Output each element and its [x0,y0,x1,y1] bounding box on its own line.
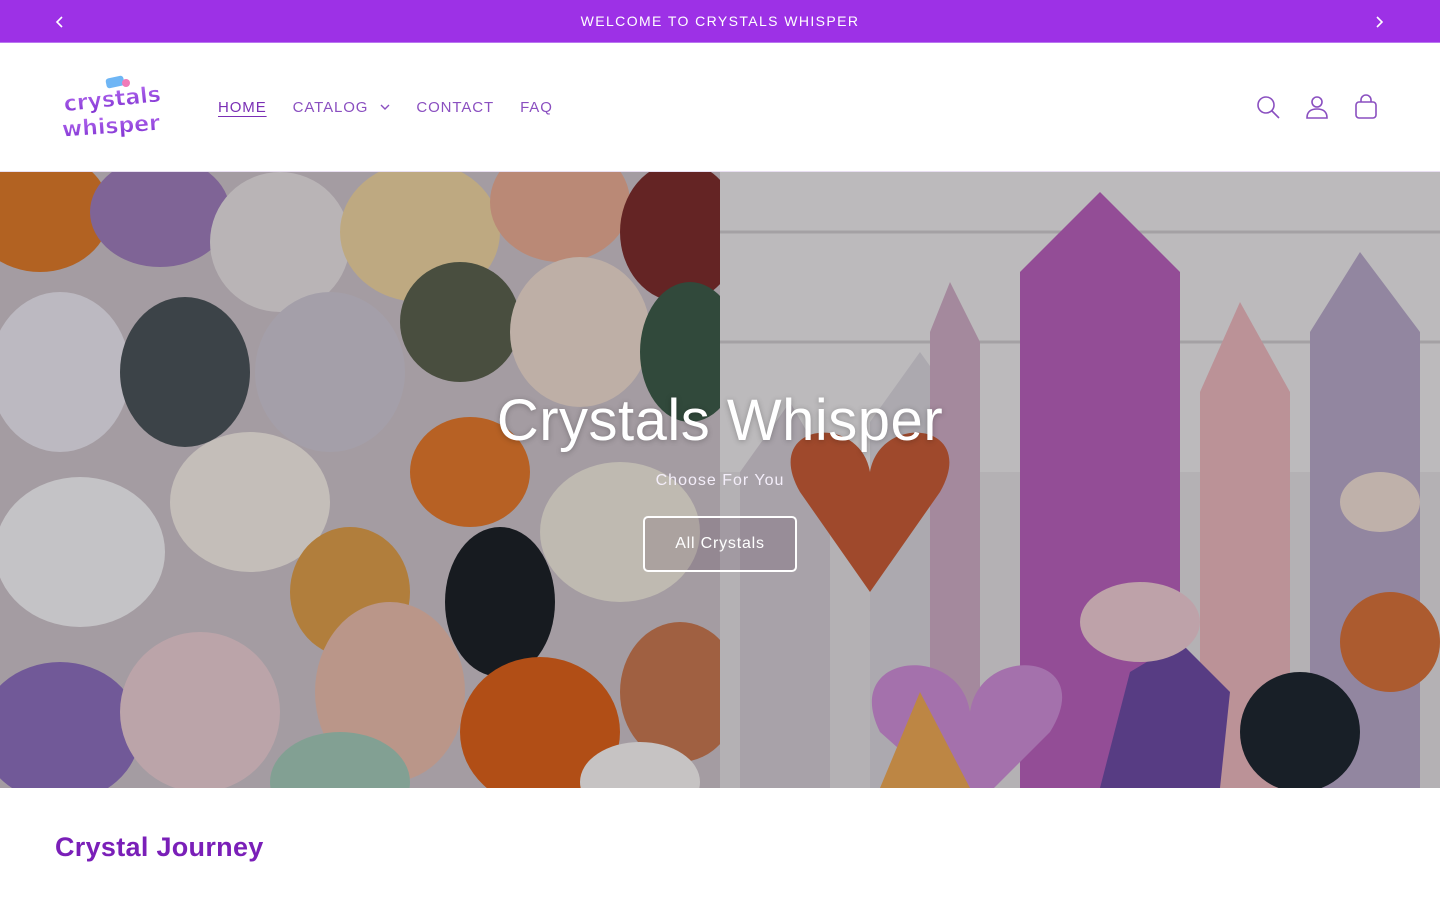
search-icon [1256,96,1280,119]
section-title: Crystal Journey [55,832,264,862]
chevron-down-icon [380,104,390,110]
hero-title: Crystals Whisper [496,388,944,453]
nav-item-faq[interactable]: FAQ [507,88,566,126]
nav-catalog-label: CATALOG [292,98,369,116]
chevron-left-icon [55,15,63,28]
hero-banner: Crystals Whisper Choose For You All Crys… [0,172,1440,788]
cart-icon [1354,94,1377,119]
account-button[interactable] [1292,82,1341,132]
announcement-bar: WELCOME TO CRYSTALS WHISPER [0,0,1440,43]
site-logo[interactable]: crystals whisper [56,73,176,145]
search-button[interactable] [1243,82,1292,132]
nav-item-contact[interactable]: CONTACT [403,88,507,126]
announcement-next-button[interactable] [1359,0,1399,43]
announcement-prev-button[interactable] [40,0,80,43]
site-header: crystals whisper HOME CATALOG CONTACT FA… [0,43,1440,172]
hero-subtitle: Choose For You [655,472,785,489]
cart-button[interactable] [1341,82,1390,132]
hero-content: Crystals Whisper Choose For You All Crys… [0,387,1440,572]
nav-item-catalog[interactable]: CATALOG [280,88,404,126]
crystals-whisper-logo: crystals whisper [61,75,162,143]
account-icon [1305,96,1328,119]
header-icons [1243,82,1390,132]
nav-contact-label: CONTACT [416,98,495,116]
nav-item-home[interactable]: HOME [205,88,280,126]
announcement-text: WELCOME TO CRYSTALS WHISPER [580,13,860,29]
nav-home-label: HOME [218,98,267,116]
main-nav: HOME CATALOG CONTACT FAQ [205,88,566,126]
all-crystals-button[interactable]: All Crystals [643,516,797,572]
chevron-right-icon [1376,15,1384,28]
nav-faq-label: FAQ [520,98,553,116]
